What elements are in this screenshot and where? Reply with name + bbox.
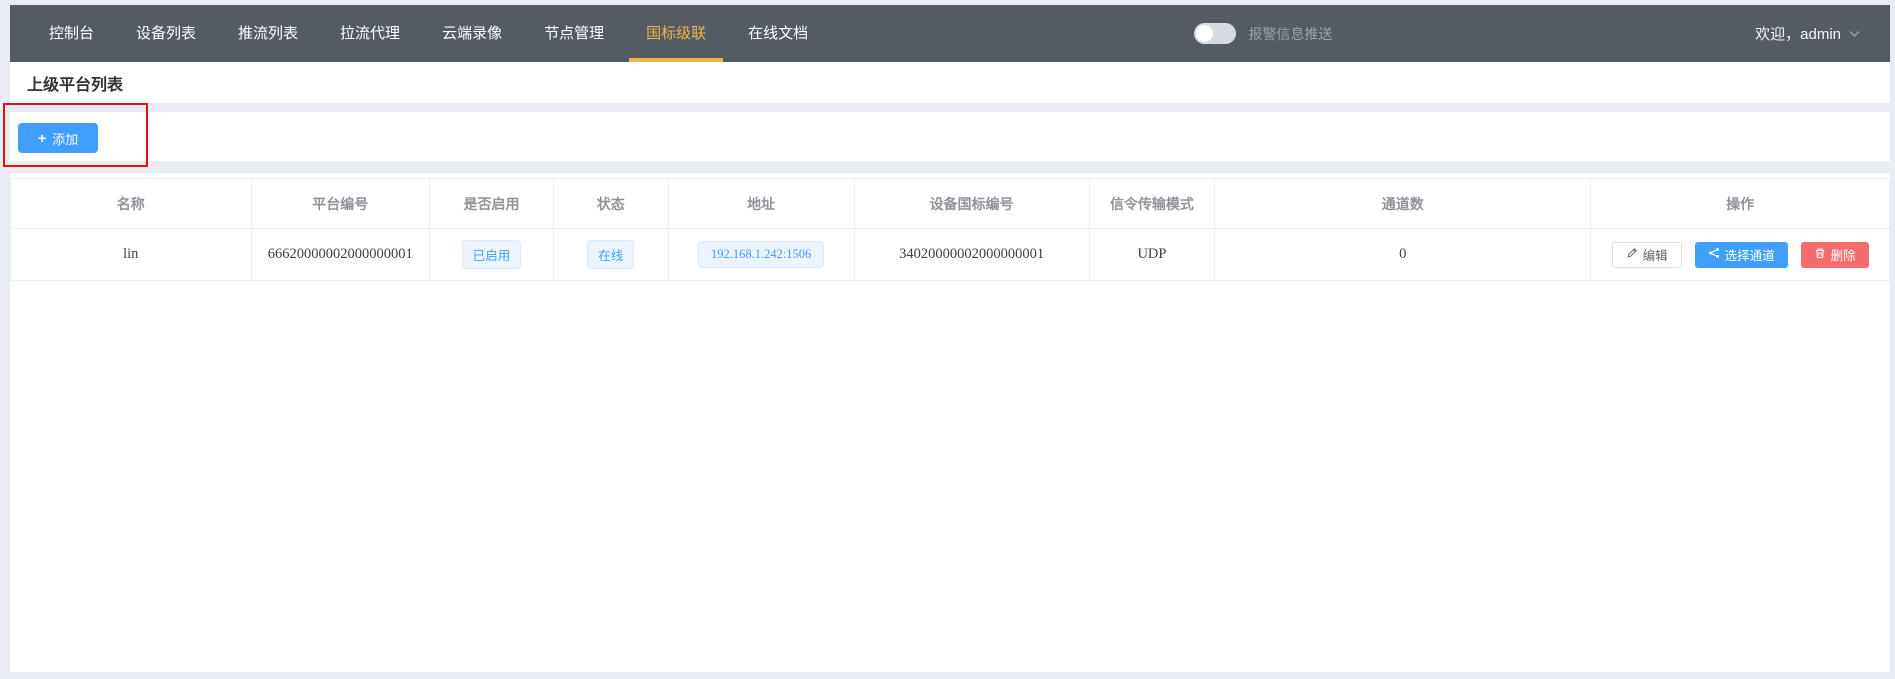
cell-transport: UDP — [1089, 229, 1215, 281]
pencil-icon — [1626, 247, 1638, 262]
col-header-platform-id: 平台编号 — [251, 179, 430, 229]
section-gap — [10, 103, 1890, 112]
col-header-transport: 信令传输模式 — [1089, 179, 1215, 229]
nav-tab-online-docs[interactable]: 在线文档 — [727, 5, 829, 62]
table-row: lin 66620000002000000001 已启用 在线 192.168.… — [11, 229, 1890, 281]
add-button[interactable]: + 添加 — [18, 123, 98, 153]
nav-tab-device-list[interactable]: 设备列表 — [115, 5, 217, 62]
page-title: 上级平台列表 — [27, 71, 123, 95]
cell-status: 在线 — [554, 229, 669, 281]
cell-platform-id: 66620000002000000001 — [251, 229, 430, 281]
col-header-actions: 操作 — [1591, 179, 1890, 229]
col-header-device-gb-id: 设备国标编号 — [854, 179, 1089, 229]
cell-actions: 编辑 — [1591, 229, 1890, 281]
top-nav: 控制台 设备列表 推流列表 拉流代理 云端录像 节点管理 国标级联 在线文档 报… — [10, 5, 1890, 62]
enabled-badge: 已启用 — [462, 240, 522, 269]
address-badge[interactable]: 192.168.1.242:1506 — [698, 241, 824, 268]
table-header-row: 名称 平台编号 是否启用 状态 地址 设备国标编号 信令传输模式 通道数 操作 — [11, 179, 1890, 229]
delete-button[interactable]: 删除 — [1801, 242, 1869, 268]
chevron-down-icon — [1849, 25, 1860, 43]
cell-name: lin — [11, 229, 252, 281]
col-header-status: 状态 — [554, 179, 669, 229]
alarm-push-toggle[interactable] — [1194, 23, 1236, 44]
delete-button-label: 删除 — [1831, 245, 1856, 264]
cell-device-gb-id: 34020000002000000001 — [854, 229, 1089, 281]
col-header-enabled: 是否启用 — [430, 179, 554, 229]
cell-address: 192.168.1.242:1506 — [668, 229, 854, 281]
select-channel-button-label: 选择通道 — [1725, 245, 1775, 264]
plus-icon: + — [38, 131, 46, 145]
nav-tab-node-manage[interactable]: 节点管理 — [523, 5, 625, 62]
nav-tab-push-list[interactable]: 推流列表 — [217, 5, 319, 62]
title-bar: 上级平台列表 — [10, 62, 1890, 103]
alarm-push-group: 报警信息推送 — [1194, 5, 1332, 62]
cell-channels: 0 — [1215, 229, 1591, 281]
cell-enabled: 已启用 — [430, 229, 554, 281]
edit-button-label: 编辑 — [1643, 245, 1668, 264]
section-gap — [10, 161, 1890, 173]
add-button-label: 添加 — [52, 129, 78, 148]
nav-tab-console[interactable]: 控制台 — [28, 5, 115, 62]
share-icon — [1708, 247, 1720, 262]
nav-tab-gb-cascade[interactable]: 国标级联 — [625, 5, 727, 62]
status-badge: 在线 — [587, 240, 634, 269]
trash-icon — [1814, 247, 1826, 262]
toolbar: + 添加 — [10, 112, 1890, 161]
edit-button[interactable]: 编辑 — [1612, 242, 1682, 268]
nav-tab-cloud-record[interactable]: 云端录像 — [421, 5, 523, 62]
user-menu[interactable]: 欢迎，admin — [1755, 5, 1890, 62]
toggle-knob — [1196, 25, 1213, 42]
alarm-push-label: 报警信息推送 — [1248, 24, 1332, 44]
platform-table-card: 名称 平台编号 是否启用 状态 地址 设备国标编号 信令传输模式 通道数 操作 … — [10, 173, 1890, 672]
nav-tab-pull-proxy[interactable]: 拉流代理 — [319, 5, 421, 62]
page-frame: 控制台 设备列表 推流列表 拉流代理 云端录像 节点管理 国标级联 在线文档 报… — [10, 5, 1890, 672]
col-header-channels: 通道数 — [1215, 179, 1591, 229]
col-header-address: 地址 — [668, 179, 854, 229]
select-channel-button[interactable]: 选择通道 — [1695, 242, 1788, 268]
welcome-text: 欢迎，admin — [1755, 23, 1841, 44]
platform-table: 名称 平台编号 是否启用 状态 地址 设备国标编号 信令传输模式 通道数 操作 … — [10, 178, 1890, 281]
col-header-name: 名称 — [11, 179, 252, 229]
